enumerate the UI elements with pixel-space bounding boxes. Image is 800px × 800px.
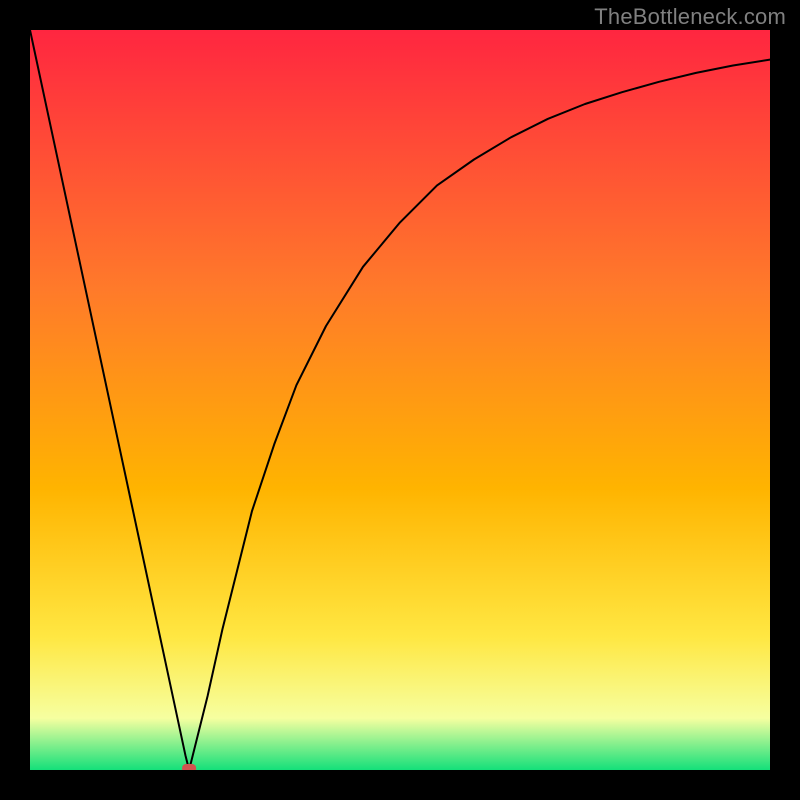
optimal-point-marker	[182, 764, 196, 770]
bottleneck-chart	[30, 30, 770, 770]
chart-frame: TheBottleneck.com	[0, 0, 800, 800]
watermark-text: TheBottleneck.com	[594, 4, 786, 30]
gradient-background	[30, 30, 770, 770]
